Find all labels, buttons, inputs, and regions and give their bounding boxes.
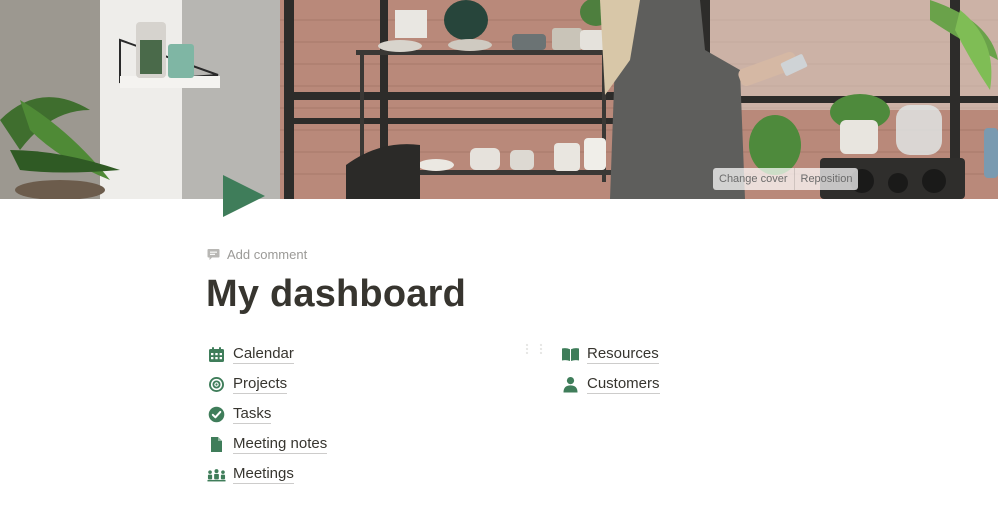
page-title[interactable]: My dashboard (206, 270, 466, 318)
page-link-label: Projects (233, 374, 288, 394)
comment-icon (207, 248, 220, 260)
page-link-label: Meeting notes (233, 434, 328, 454)
calendar-icon (207, 345, 226, 364)
links-column-left: Calendar Projects Tasks Meeting notes Me… (207, 339, 328, 489)
add-comment-button[interactable]: Add comment (207, 245, 307, 263)
page-link-label: Calendar (233, 344, 294, 364)
open-book-icon (561, 345, 580, 364)
page-link-label: Resources (587, 344, 659, 364)
page-link-calendar[interactable]: Calendar (207, 339, 327, 369)
page-link-meeting-notes[interactable]: Meeting notes (207, 429, 328, 459)
page-link-label: Customers (587, 374, 660, 394)
drag-dots-icon (539, 343, 543, 354)
check-circle-icon (207, 405, 226, 424)
change-cover-button[interactable]: Change cover (713, 168, 794, 190)
page-link-resources[interactable]: Resources (561, 339, 660, 369)
block-drag-handle[interactable] (525, 343, 543, 354)
page-link-label: Meetings (233, 464, 294, 484)
links-column-right: Resources Customers (561, 339, 660, 399)
page-link-meetings[interactable]: Meetings (207, 459, 327, 489)
add-comment-label: Add comment (227, 246, 308, 262)
page-link-customers[interactable]: Customers (561, 369, 660, 399)
page-link-tasks[interactable]: Tasks (207, 399, 327, 429)
reposition-button[interactable]: Reposition (795, 168, 859, 190)
cover-image: Change cover Reposition (0, 0, 998, 199)
play-triangle-icon (223, 175, 265, 217)
drag-dots-icon (525, 343, 529, 354)
target-icon (207, 375, 226, 394)
page-link-label: Tasks (233, 404, 272, 424)
cover-actions: Change cover Reposition (713, 168, 859, 190)
person-icon (561, 375, 580, 394)
page-icon-button[interactable] (221, 173, 267, 219)
document-icon (207, 435, 226, 454)
page-link-projects[interactable]: Projects (207, 369, 327, 399)
people-group-icon (207, 465, 226, 484)
